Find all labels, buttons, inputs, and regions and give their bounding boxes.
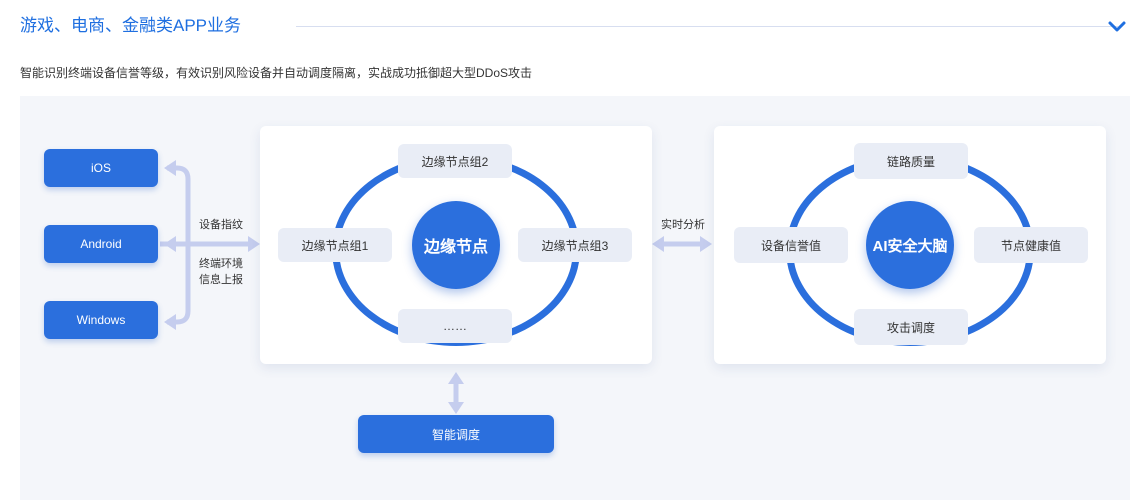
label-realtime-analysis: 实时分析 (661, 219, 705, 231)
ai-attack-scheduling: 攻击调度 (854, 309, 968, 345)
arrow-left (652, 236, 664, 252)
ai-device-reputation: 设备信誉值 (734, 227, 848, 263)
ai-link-quality: 链路质量 (854, 143, 968, 179)
arrow-down (448, 402, 464, 414)
edge-group-1: 边缘节点组1 (278, 228, 392, 262)
device-android: Android (44, 225, 158, 263)
edge-node-center: 边缘节点 (412, 201, 500, 289)
ai-brain-center: AI安全大脑 (866, 201, 954, 289)
edge-group-2: 边缘节点组2 (398, 144, 512, 178)
arrow-windows (164, 314, 176, 330)
device-ios: iOS (44, 149, 158, 187)
smart-scheduling: 智能调度 (358, 415, 554, 453)
arrow-up (448, 372, 464, 384)
ai-brain-panel: 链路质量 设备信誉值 节点健康值 攻击调度 AI安全大脑 (714, 126, 1106, 364)
arrow-to-edge (248, 236, 260, 252)
label-env-report-2: 信息上报 (199, 274, 243, 286)
architecture-diagram: iOS Android Windows 设备指纹 终端环境 信息上报 实时分析 … (20, 96, 1130, 500)
label-device-fingerprint: 设备指纹 (199, 219, 243, 231)
ai-node-health: 节点健康值 (974, 227, 1088, 263)
arrow-ios (164, 160, 176, 176)
section-title: 游戏、电商、金融类APP业务 (20, 16, 242, 35)
device-windows: Windows (44, 301, 158, 339)
arrow-right (700, 236, 712, 252)
edge-node-panel: 边缘节点组2 边缘节点组1 边缘节点组3 …… 边缘节点 (260, 126, 652, 364)
section-header: 游戏、电商、金融类APP业务 (20, 14, 1130, 40)
label-env-report-1: 终端环境 (199, 258, 243, 270)
edge-group-more: …… (398, 309, 512, 343)
edge-group-3: 边缘节点组3 (518, 228, 632, 262)
section-description: 智能识别终端设备信誉等级，有效识别风险设备并自动调度隔离，实战成功抵御超大型DD… (20, 66, 533, 80)
header-divider (296, 26, 1118, 27)
chevron-down-icon[interactable] (1106, 18, 1128, 36)
